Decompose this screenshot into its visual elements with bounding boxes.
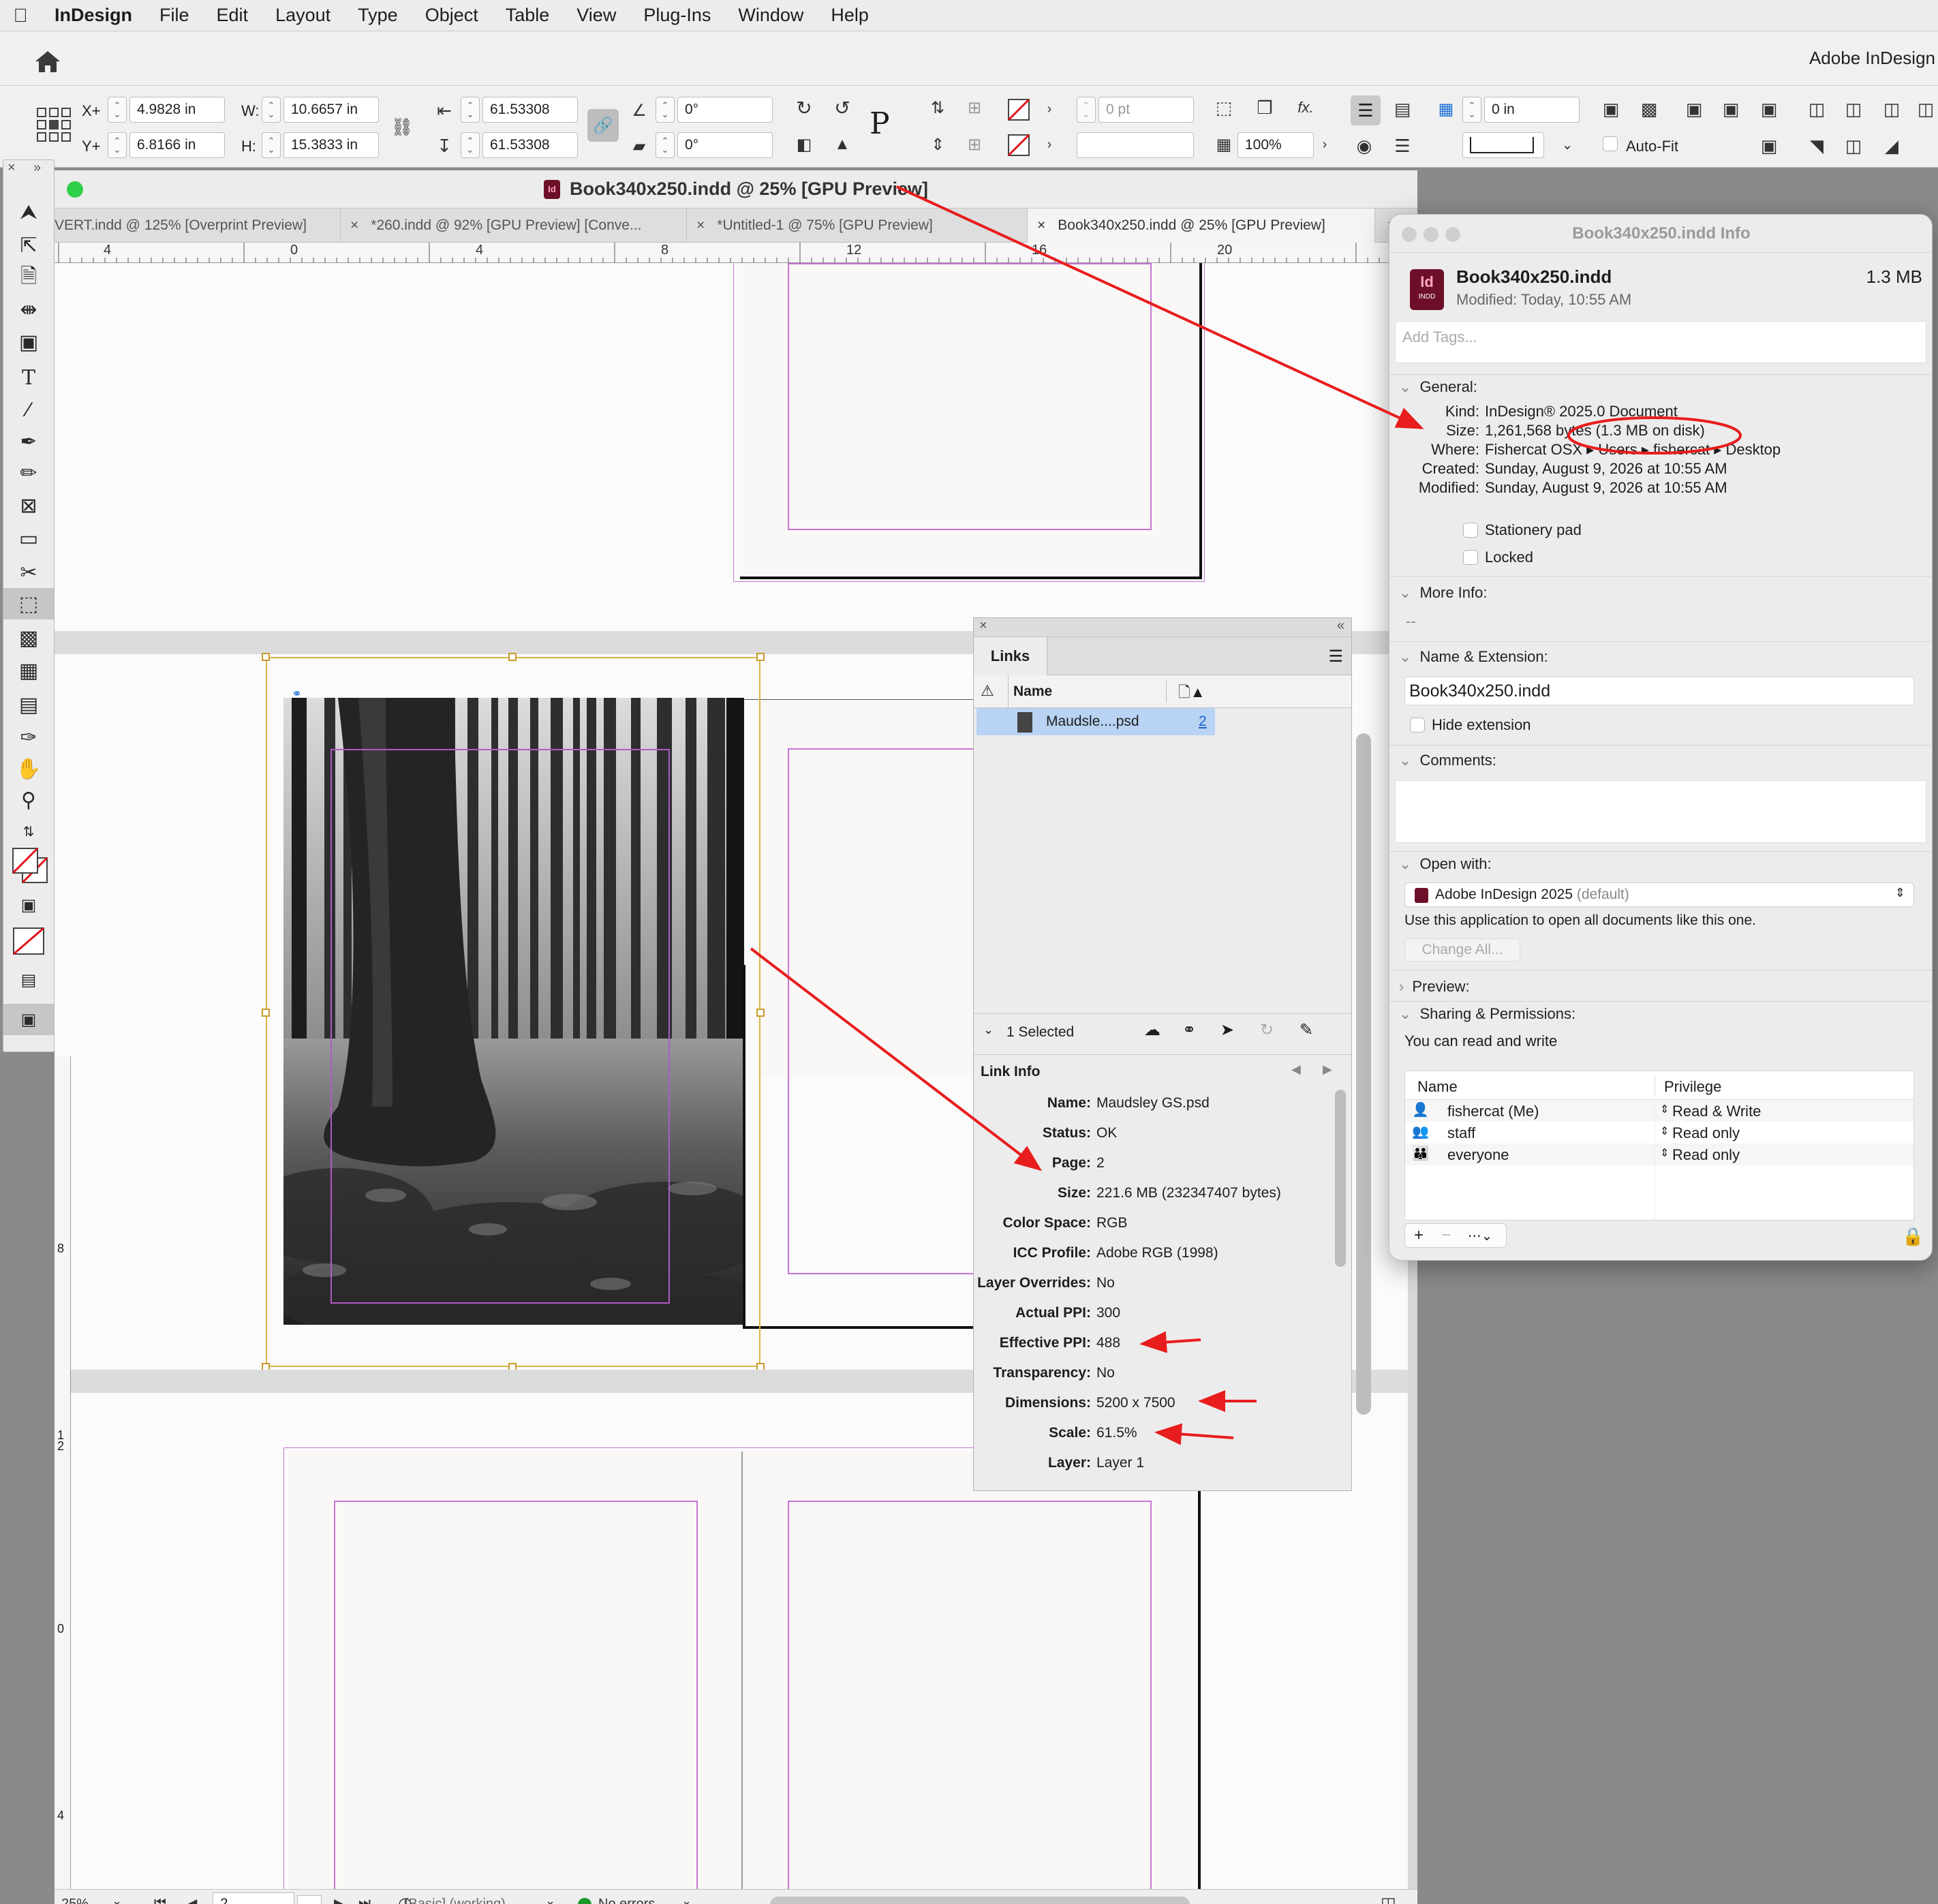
annotation-overlay [750, 185, 1742, 1445]
annotation-circle [1567, 416, 1742, 455]
annotation-arrow [1154, 1423, 1234, 1445]
annotation-arrow [1139, 1331, 1201, 1353]
annotation-arrow [896, 185, 1424, 429]
annotation-arrow [750, 947, 1043, 1171]
